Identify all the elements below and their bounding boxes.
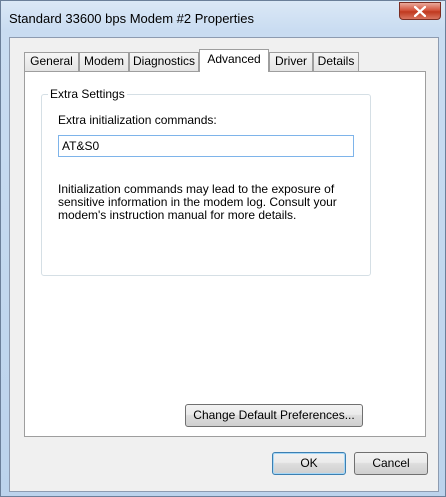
tab-general[interactable]: General [24, 52, 79, 71]
title-bar[interactable]: Standard 33600 bps Modem #2 Properties [1, 1, 446, 37]
ok-button[interactable]: OK [272, 452, 346, 475]
tab-advanced[interactable]: Advanced [199, 49, 269, 72]
init-commands-warning: Initialization commands may lead to the … [58, 182, 337, 222]
dialog-client-area: General Modem Diagnostics Advanced Drive… [9, 37, 439, 492]
extra-settings-group-title: Extra Settings [48, 87, 127, 101]
tab-modem[interactable]: Modem [79, 52, 129, 71]
window-title: Standard 33600 bps Modem #2 Properties [9, 11, 254, 26]
cancel-button[interactable]: Cancel [354, 452, 428, 475]
advanced-tab-panel: Extra Settings Extra initialization comm… [24, 71, 426, 437]
tab-details[interactable]: Details [313, 52, 359, 71]
extra-settings-group: Extra Settings Extra initialization comm… [41, 87, 371, 276]
dialog-window: Standard 33600 bps Modem #2 Properties G… [0, 0, 446, 497]
tab-diagnostics[interactable]: Diagnostics [129, 52, 199, 71]
init-commands-label: Extra initialization commands: [58, 113, 217, 127]
init-commands-input[interactable] [58, 135, 354, 157]
close-button[interactable] [399, 2, 441, 20]
close-icon [414, 6, 426, 17]
tab-driver[interactable]: Driver [269, 52, 313, 71]
change-default-preferences-button[interactable]: Change Default Preferences... [185, 404, 363, 427]
